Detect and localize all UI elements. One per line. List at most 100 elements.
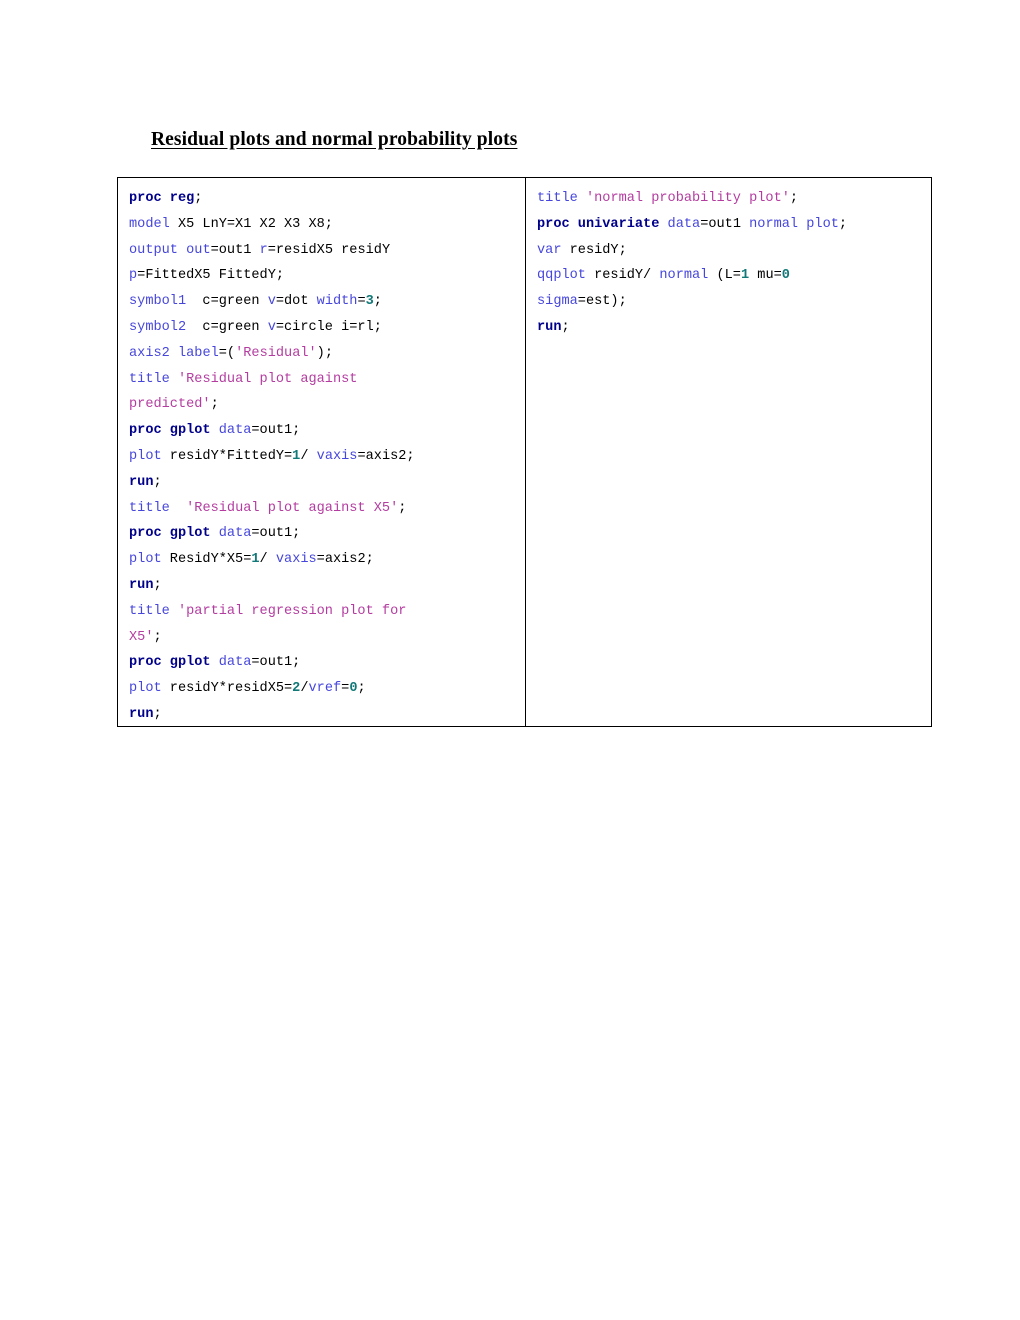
code-token-kw: v — [267, 319, 276, 335]
code-token-proc: proc univariate — [537, 216, 660, 232]
code-line: plot residY*residX5=2/vref=0; — [129, 676, 518, 702]
code-token-plain: X5 LnY=X1 X2 X3 X8; — [169, 216, 333, 232]
code-token-plain: =out1; — [251, 655, 301, 671]
code-token-proc: proc gplot — [129, 526, 211, 542]
code-token-proc: run — [129, 577, 154, 593]
code-token-plain: ; — [210, 397, 219, 413]
code-token-plain: =( — [218, 345, 236, 361]
code-token-proc: proc gplot — [129, 655, 211, 671]
code-token-plain: = — [357, 294, 366, 310]
code-line: proc gplot data=out1; — [129, 521, 518, 547]
code-table: proc reg; model X5 LnY=X1 X2 X3 X8; output… — [117, 177, 932, 727]
code-token-plain: residY; — [561, 242, 627, 258]
code-token-kw: out — [186, 242, 211, 258]
code-line: symbol1 c=green v=dot width=3; — [129, 289, 518, 315]
code-token-kw: vaxis — [316, 448, 358, 464]
code-line: proc gplot data=out1; — [129, 650, 518, 676]
code-line: plot ResidY*X5=1/ vaxis=axis2; — [129, 547, 518, 573]
code-token-kw: model — [129, 216, 170, 232]
code-line: predicted'; — [129, 392, 518, 418]
code-token-plain: ); — [316, 345, 333, 361]
code-line: proc gplot data=out1; — [129, 418, 518, 444]
code-token-plain: ; — [153, 474, 162, 490]
page-title: Residual plots and normal probability pl… — [151, 129, 518, 150]
code-line: run; — [129, 702, 518, 726]
code-token-kw: plot — [129, 681, 162, 697]
code-token-kw: vref — [308, 681, 342, 697]
code-token-plain: =residX5 residY — [267, 242, 391, 258]
code-line: qqplot residY/ normal (L=1 mu=0 — [537, 263, 923, 289]
code-token-str: X5' — [129, 629, 154, 645]
code-token-kw: normal — [659, 268, 709, 284]
code-token-str: 'Residual plot against — [177, 371, 358, 387]
code-token-plain: (L= — [708, 268, 741, 284]
code-token-kw: width — [316, 294, 358, 310]
code-line: output out=out1 r=residX5 residY — [129, 238, 518, 264]
document-page: Residual plots and normal probability pl… — [0, 0, 1020, 1320]
code-token-plain: ; — [789, 191, 799, 206]
code-token-str: predicted' — [129, 397, 211, 413]
code-token-num: 0 — [781, 268, 790, 284]
code-token-plain: ResidY*X5= — [161, 552, 252, 568]
code-token-str: 'Residual' — [235, 345, 317, 361]
code-token-proc: run — [129, 706, 154, 722]
code-token-plain: residY*residX5= — [161, 681, 293, 697]
code-token-plain: c=green — [186, 319, 268, 335]
code-line: title 'normal probability plot'; — [537, 186, 923, 212]
code-token-plain: =out1 — [700, 216, 750, 232]
code-token-kw: data — [218, 526, 252, 542]
code-token-plain: =out1; — [251, 526, 301, 542]
code-token-kw: data — [218, 655, 252, 671]
code-token-plain: =est); — [577, 294, 627, 310]
code-token-num: 0 — [349, 681, 358, 697]
code-token-kw: v — [267, 294, 276, 310]
code-token-plain: residY*FittedY= — [161, 448, 293, 464]
code-token-num: 1 — [740, 268, 750, 284]
code-token-kw: plot — [806, 216, 839, 232]
code-line: sigma=est); — [537, 289, 923, 315]
code-token-plain: / — [300, 448, 317, 464]
code-token-kw: sigma — [537, 294, 578, 310]
code-token-kw: vaxis — [275, 552, 317, 568]
code-token-proc: proc reg — [129, 191, 195, 206]
code-line: model X5 LnY=X1 X2 X3 X8; — [129, 212, 518, 238]
code-token-kw: qqplot — [537, 268, 586, 284]
code-token-plain: mu= — [749, 268, 782, 284]
code-token-kw: title — [129, 500, 170, 516]
code-token-plain: ; — [398, 500, 407, 516]
code-cell-right: title 'normal probability plot'; proc uni… — [526, 178, 930, 726]
code-line: p=FittedX5 FittedY; — [129, 263, 518, 289]
code-token-proc: run — [537, 319, 562, 335]
code-token-plain: / — [259, 552, 276, 568]
code-token-plain: ; — [838, 216, 848, 232]
code-line: title 'Residual plot against X5'; — [129, 496, 518, 522]
code-token-kw: normal — [749, 216, 799, 232]
code-token-plain: ; — [153, 577, 162, 593]
code-token-plain: ; — [373, 294, 382, 310]
code-token-kw: data — [667, 216, 701, 232]
code-token-plain: ; — [357, 681, 366, 697]
code-token-plain: =axis2; — [316, 552, 374, 568]
code-line: title 'Residual plot against — [129, 367, 518, 393]
code-token-kw: plot — [129, 448, 162, 464]
code-token-kw: p — [129, 268, 138, 284]
code-token-num: 1 — [251, 552, 260, 568]
code-token-proc: proc gplot — [129, 423, 211, 439]
code-token-plain: ; — [194, 191, 203, 206]
code-token-kw: symbol2 — [129, 319, 187, 335]
code-token-kw: label — [177, 345, 219, 361]
code-token-kw: title — [129, 371, 170, 387]
code-token-str: 'partial regression plot for — [177, 603, 407, 619]
code-token-kw: data — [218, 423, 252, 439]
code-token-plain: c=green — [186, 294, 268, 310]
code-line: title 'partial regression plot for — [129, 599, 518, 625]
code-token-kw: axis2 — [129, 345, 170, 361]
code-line: var residY; — [537, 238, 923, 264]
